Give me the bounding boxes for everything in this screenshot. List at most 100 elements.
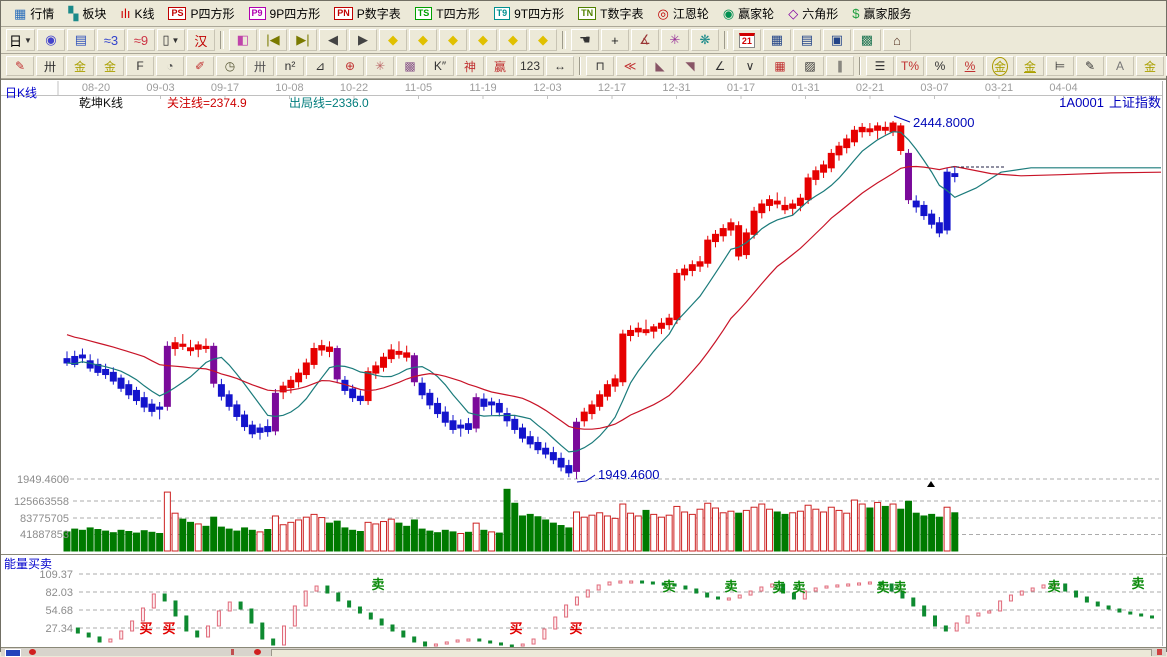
menu-p-square[interactable]: PSP四方形 (161, 3, 241, 24)
prev-bar-button[interactable]: ◀ (319, 29, 347, 51)
fan-box-icon[interactable]: ◣ (646, 56, 674, 76)
star-wheel-icon[interactable]: ✳ (366, 56, 394, 76)
crosshair-button[interactable]: + (601, 29, 629, 51)
wave-9-icon[interactable]: ≈9 (127, 29, 155, 51)
diamond-shrink-icon[interactable]: ◆ (469, 29, 497, 51)
price-ladder-icon[interactable]: ☰ (866, 56, 894, 76)
save-button[interactable]: ▣ (823, 29, 851, 51)
buy-signal: 买 (569, 621, 582, 636)
web-kline-icon[interactable]: ◉ (37, 29, 65, 51)
menu-p-table-label: P数字表 (357, 5, 401, 22)
gold-grid-icon[interactable]: 金 (66, 56, 94, 76)
export-disk-glyph: ▩ (861, 32, 873, 48)
symbol-name[interactable]: 上证指数 (1109, 95, 1161, 110)
taskbar-app-icon[interactable] (5, 649, 21, 657)
percent-icon[interactable]: % (926, 56, 954, 76)
gold-lines-icon[interactable]: 金 (1016, 56, 1044, 76)
menu-t-table[interactable]: TNT数字表 (571, 3, 650, 24)
diamond-right-icon[interactable]: ◆ (409, 29, 437, 51)
menu-winner-wheel[interactable]: ◉赢家轮 (716, 3, 781, 24)
a-wave-icon[interactable]: A (1106, 56, 1134, 76)
symbol-code[interactable]: 1A0001 (1059, 95, 1104, 110)
diamond-hsplit-icon[interactable]: ◆ (439, 29, 467, 51)
gann-grid-icon[interactable]: 卅 (36, 56, 64, 76)
menu-quotes[interactable]: ▦行情 (7, 3, 61, 24)
fan-box2-icon[interactable]: ◥ (676, 56, 704, 76)
shape-map-button[interactable]: ❋ (691, 29, 719, 51)
gann-clock-icon[interactable]: ◷ (216, 56, 244, 76)
grid-arrow-icon[interactable]: ▨ (796, 56, 824, 76)
menu-t-square[interactable]: TST四方形 (408, 3, 487, 24)
main-menubar: ▦行情▚板块ılıK线PSP四方形P99P四方形PNP数字表TST四方形T99T… (1, 1, 1166, 27)
taskbar-panel[interactable] (271, 649, 1152, 656)
circle-gold-icon[interactable]: 金 (986, 56, 1014, 76)
first-bar-button[interactable]: |◀ (259, 29, 287, 51)
report-list-icon[interactable]: ▤ (67, 29, 95, 51)
ruler-123-icon[interactable]: 123 (516, 56, 544, 76)
main-chart-area[interactable]: 08-2009-0309-1710-0810-2211-0511-1912-03… (1, 79, 1166, 647)
gann-target-icon[interactable]: ⊕ (336, 56, 364, 76)
net-wheel-icon[interactable]: ▩ (396, 56, 424, 76)
comb-grid-icon-glyph: 卅 (254, 58, 266, 75)
a-wave-icon-glyph: A (1116, 59, 1124, 73)
candle-style-dropdown[interactable]: ▯▼ (157, 29, 185, 51)
red-grid-icon[interactable]: ▦ (766, 56, 794, 76)
k-quote-icon[interactable]: K″ (426, 56, 454, 76)
taskbar-red-dot-icon[interactable] (29, 649, 36, 655)
brush3-icon-glyph: ✎ (1085, 59, 1095, 73)
taskbar-red-dot-icon-2[interactable] (254, 649, 261, 655)
parallel-lines-icon[interactable]: ∥ (826, 56, 854, 76)
angle-measure-button[interactable]: ∡ (631, 29, 659, 51)
gann-wheel-button[interactable]: ✳ (661, 29, 689, 51)
diamond-expand-icon[interactable]: ◆ (499, 29, 527, 51)
drag-hand-button[interactable]: ☚ (571, 29, 599, 51)
period-label[interactable]: 日K线 (5, 86, 37, 100)
save-glyph: ▣ (831, 32, 843, 48)
percent-lines-icon[interactable]: % (956, 56, 984, 76)
notes-button[interactable]: ▤ (793, 29, 821, 51)
menu-kline[interactable]: ılıK线 (113, 3, 161, 24)
menu-winner-service[interactable]: $赢家服务 (845, 3, 918, 24)
ladder2-icon[interactable]: ⊨ (1046, 56, 1074, 76)
diamond-full-icon[interactable]: ◆ (529, 29, 557, 51)
menu-hexagon[interactable]: ◇六角形 (781, 3, 845, 24)
calculator-button[interactable]: ▦ (763, 29, 791, 51)
menu-9t-square[interactable]: T99T四方形 (487, 3, 572, 24)
spiral-icon[interactable]: ◔ (156, 56, 184, 76)
last-bar-button[interactable]: ▶| (289, 29, 317, 51)
period-day-dropdown[interactable]: 日▼ (6, 29, 35, 51)
hanzi-mark-icon[interactable]: 汉 (187, 29, 215, 51)
menu-p-table[interactable]: PNP数字表 (327, 3, 408, 24)
comb-grid-icon[interactable]: 卅 (246, 56, 274, 76)
v-lines-icon[interactable]: ∨ (736, 56, 764, 76)
shen-grid-icon[interactable]: 神 (456, 56, 484, 76)
color-kline-icon[interactable]: ◧ (229, 29, 257, 51)
brush3-icon[interactable]: ✎ (1076, 56, 1104, 76)
menu-9p-square[interactable]: P99P四方形 (242, 3, 328, 24)
box-measure-icon[interactable]: ⊓ (586, 56, 614, 76)
menu-gann-wheel[interactable]: ◎江恩轮 (650, 3, 715, 24)
next-bar-button[interactable]: ▶ (349, 29, 377, 51)
span-arrows-icon-glyph: ↔ (554, 59, 566, 73)
draw-brush-icon[interactable]: ✎ (6, 56, 34, 76)
net-wheel-icon-glyph: ▩ (404, 59, 415, 73)
diamond-left-icon[interactable]: ◆ (379, 29, 407, 51)
gold-wave-icon[interactable]: 金 (1136, 56, 1164, 76)
trend-lines-icon[interactable]: ∠ (706, 56, 734, 76)
brush2-icon[interactable]: ✐ (186, 56, 214, 76)
t-percent-icon[interactable]: T% (896, 56, 924, 76)
fan-lines-icon[interactable]: ≪ (616, 56, 644, 76)
f-grid-icon[interactable]: F (126, 56, 154, 76)
gold-grid2-icon[interactable]: 金 (96, 56, 124, 76)
menu-hexagon-label: 六角形 (802, 5, 838, 22)
angle-ruler-icon[interactable]: ⊿ (306, 56, 334, 76)
menu-sectors[interactable]: ▚板块 (61, 3, 113, 24)
n2-grid-icon[interactable]: n² (276, 56, 304, 76)
calendar-button[interactable]: 21 (733, 29, 761, 51)
gann-clock-icon-glyph: ◷ (225, 59, 235, 73)
span-arrows-icon[interactable]: ↔ (546, 56, 574, 76)
wave-3-icon[interactable]: ≈3 (97, 29, 125, 51)
export-disk-button[interactable]: ▩ (853, 29, 881, 51)
remote-pc-button[interactable]: ⌂ (883, 29, 911, 51)
ying-grid-icon[interactable]: 赢 (486, 56, 514, 76)
